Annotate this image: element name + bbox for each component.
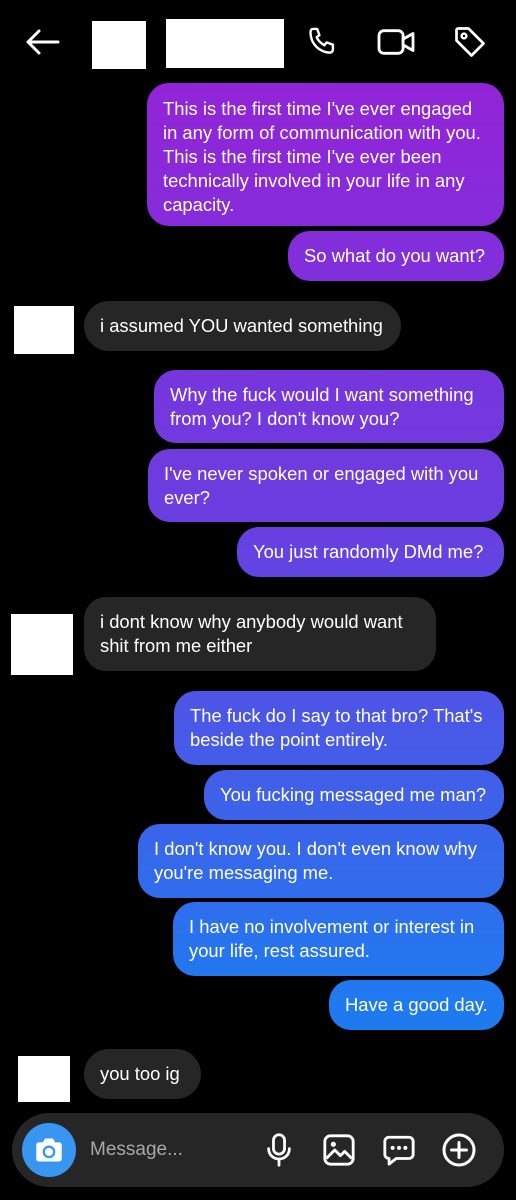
- sent-message[interactable]: You just randomly DMd me?: [237, 527, 504, 577]
- received-message[interactable]: you too ig: [84, 1049, 201, 1099]
- sent-message[interactable]: This is the first time I've ever engaged…: [147, 83, 504, 226]
- arrow-left-icon: [26, 29, 60, 55]
- sent-message[interactable]: The fuck do I say to that bro? That's be…: [174, 691, 504, 765]
- message-text: i dont know why anybody would want shit …: [100, 611, 408, 656]
- message-text: Have a good day.: [345, 994, 488, 1015]
- message-text: You just randomly DMd me?: [253, 541, 484, 562]
- back-button[interactable]: [22, 24, 62, 60]
- sent-message[interactable]: You fucking messaged me man?: [204, 770, 504, 820]
- call-button[interactable]: [302, 22, 342, 62]
- camera-button[interactable]: [22, 1123, 76, 1177]
- gallery-button[interactable]: [320, 1131, 358, 1169]
- tag-button[interactable]: [450, 22, 490, 62]
- tag-icon: [455, 27, 485, 57]
- message-text: You fucking messaged me man?: [220, 784, 487, 805]
- contact-avatar[interactable]: [92, 21, 146, 69]
- chat-bubble-icon: [383, 1135, 415, 1166]
- message-text: I have no involvement or interest in you…: [189, 916, 480, 961]
- sent-message[interactable]: I have no involvement or interest in you…: [173, 902, 504, 976]
- message-composer: Message...: [12, 1113, 504, 1187]
- message-text: The fuck do I say to that bro? That's be…: [190, 705, 488, 750]
- message-text: So what do you want?: [304, 245, 485, 266]
- received-message[interactable]: i assumed YOU wanted something: [84, 301, 401, 351]
- sticker-button[interactable]: [380, 1131, 418, 1169]
- video-camera-icon: [377, 29, 415, 55]
- message-text: I've never spoken or engaged with you ev…: [164, 462, 484, 508]
- message-text: you too ig: [100, 1063, 180, 1084]
- sender-avatar[interactable]: [18, 1056, 70, 1102]
- message-text: I don't know you. I don't even know why …: [154, 838, 483, 883]
- chat-header: [0, 0, 516, 84]
- plus-circle-icon: [442, 1133, 476, 1167]
- sent-message[interactable]: I've never spoken or engaged with you ev…: [148, 449, 504, 522]
- sender-avatar[interactable]: [14, 306, 74, 354]
- phone-icon: [309, 27, 335, 54]
- message-text: i assumed YOU wanted something: [100, 315, 383, 336]
- sent-message[interactable]: I don't know you. I don't even know why …: [138, 824, 504, 898]
- sender-avatar[interactable]: [11, 614, 73, 675]
- received-message[interactable]: i dont know why anybody would want shit …: [84, 597, 436, 671]
- video-call-button[interactable]: [376, 22, 416, 62]
- image-icon: [323, 1134, 355, 1166]
- message-input[interactable]: Message...: [90, 1135, 260, 1165]
- message-text: Why the fuck would I want something from…: [170, 383, 479, 429]
- voice-message-button[interactable]: [260, 1131, 298, 1169]
- message-text: This is the first time I've ever engaged…: [163, 97, 486, 215]
- microphone-icon: [267, 1133, 291, 1167]
- sent-message[interactable]: So what do you want?: [288, 231, 504, 281]
- sent-message[interactable]: Why the fuck would I want something from…: [154, 370, 504, 443]
- contact-name[interactable]: [166, 19, 284, 68]
- add-button[interactable]: [440, 1131, 478, 1169]
- camera-icon: [36, 1138, 62, 1162]
- sent-message[interactable]: Have a good day.: [329, 980, 504, 1030]
